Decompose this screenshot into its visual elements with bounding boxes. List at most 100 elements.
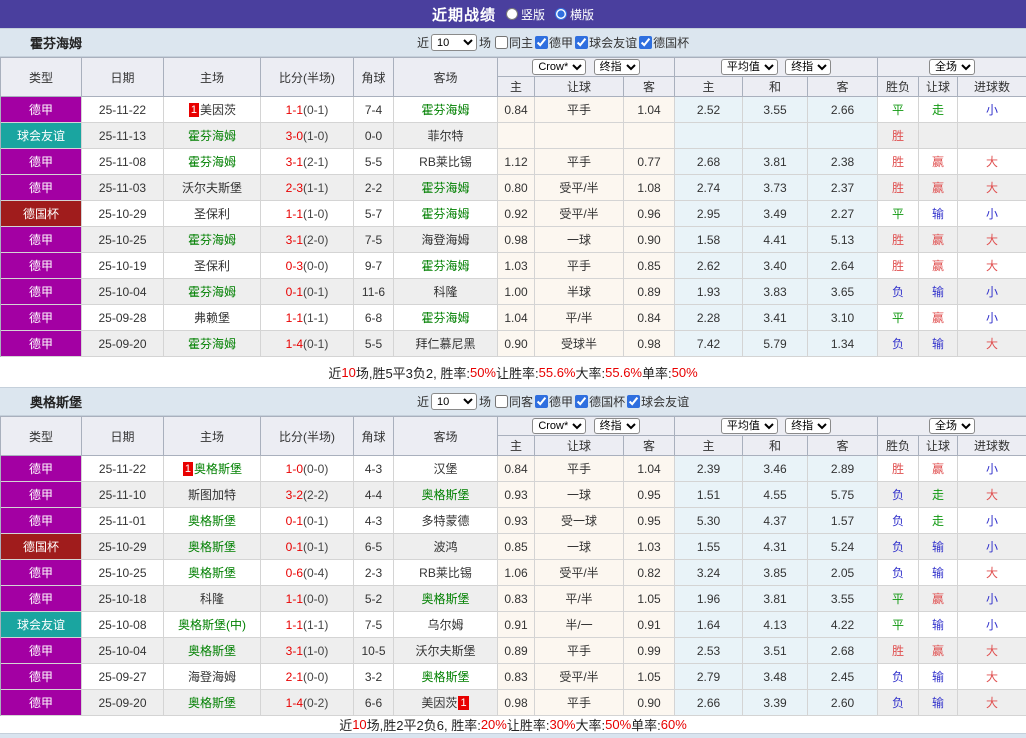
summary-segment: 单率: <box>631 718 661 733</box>
avg-stage-select[interactable]: 终指 <box>785 59 832 75</box>
match-count-select[interactable]: 10 <box>431 393 478 410</box>
filters-bar: 近 10 场 同客 德甲 德国杯 球会友谊 <box>415 388 693 415</box>
filter-checkbox-input[interactable] <box>575 36 589 49</box>
match-date-cell: 25-10-08 <box>82 612 164 638</box>
filter-prefix-label: 近 <box>417 395 430 409</box>
col-header-odds-handicap: 让球 <box>535 77 624 97</box>
score-fulltime: 1-1 <box>285 591 303 606</box>
avg-odds-cell: 3.85 <box>743 560 809 586</box>
match-type-cell: 球会友谊 <box>1 123 82 149</box>
layout-radio-horizontal-input[interactable] <box>555 8 567 20</box>
summary-segment: 近 <box>328 365 342 381</box>
layout-radio-vertical[interactable]: 竖版 <box>505 6 545 23</box>
result-cell: 小 <box>958 508 1026 534</box>
filter-checkbox[interactable]: 同主 <box>495 34 533 51</box>
odds-company-select[interactable]: Crow* <box>532 59 587 75</box>
filter-checkbox-input[interactable] <box>535 395 549 408</box>
home-team-cell: 斯图加特 <box>164 482 261 508</box>
avg-odds-cell: 4.31 <box>743 534 809 560</box>
team-name: 斯图加特 <box>187 488 236 502</box>
summary-segment: 大率: <box>575 718 606 733</box>
filters-bar: 近 10 场 同主 德甲 球会友谊 德国杯 <box>415 29 693 56</box>
odds-cell: 平/半 <box>535 586 624 612</box>
match-type-cell: 德甲 <box>1 97 82 123</box>
filter-checkbox[interactable]: 同客 <box>495 393 533 410</box>
avg-odds-cell <box>743 123 809 149</box>
scope-select[interactable]: 全场 <box>929 418 976 434</box>
odds-cell: 0.98 <box>624 331 676 357</box>
odds-stage-select[interactable]: 终指 <box>593 59 640 75</box>
avg-odds-cell: 1.58 <box>675 227 744 253</box>
col-header-odds-away: 客 <box>624 77 676 97</box>
match-count-select[interactable]: 10 <box>431 34 478 51</box>
corners-cell: 2-3 <box>354 560 394 586</box>
filter-checkbox-input[interactable] <box>639 36 653 49</box>
filter-checkbox-input[interactable] <box>535 36 549 49</box>
odds-cell: 0.98 <box>498 690 535 716</box>
scope-select[interactable]: 全场 <box>929 59 976 75</box>
col-header-avg-home: 主 <box>675 436 744 456</box>
team-name: RB莱比锡 <box>419 566 472 580</box>
odds-cell: 受平/半 <box>535 560 624 586</box>
result-value: 小 <box>986 103 999 117</box>
result-cell: 负 <box>878 508 920 534</box>
layout-radio-vertical-input[interactable] <box>505 8 518 20</box>
home-team-cell: 奥格斯堡 <box>164 508 261 534</box>
avg-odds-cell: 1.34 <box>808 331 879 357</box>
team-name: 美因茨 <box>200 103 237 117</box>
avg-odds-cell: 2.95 <box>675 201 744 227</box>
avg-odds-cell: 2.66 <box>808 97 879 123</box>
col-header-avg-draw: 和 <box>743 436 809 456</box>
avg-stage-select[interactable]: 终指 <box>785 418 832 434</box>
avg-header-group: 平均值 终指 <box>675 417 879 436</box>
team-name: 奥格斯堡 <box>187 540 236 554</box>
score-cell: 1-4(0-1) <box>261 331 354 357</box>
col-header-odds-away: 客 <box>624 436 676 456</box>
score-fulltime: 3-1 <box>285 232 303 247</box>
score-halftime: (1-1) <box>303 617 329 632</box>
match-date-cell: 25-09-20 <box>82 331 164 357</box>
odds-stage-select[interactable]: 终指 <box>593 418 640 434</box>
result-cell: 大 <box>958 149 1026 175</box>
result-cell: 小 <box>958 534 1026 560</box>
col-header-avg-home: 主 <box>675 77 744 97</box>
away-team-cell: 霍芬海姆 <box>394 305 498 331</box>
filter-checkbox[interactable]: 德甲 <box>535 34 573 51</box>
filter-checkbox-input[interactable] <box>495 36 509 49</box>
filter-checkbox-label: 德国杯 <box>653 36 690 50</box>
result-value: 胜 <box>892 644 905 658</box>
score-fulltime: 3-2 <box>285 487 303 502</box>
avg-odds-cell: 5.75 <box>808 482 879 508</box>
away-team-cell: 科隆 <box>394 279 498 305</box>
summary-segment: 让胜率: <box>496 365 539 381</box>
filter-checkbox[interactable]: 德国杯 <box>575 393 625 410</box>
result-cell: 大 <box>958 175 1026 201</box>
summary-segment: 场,胜5平3负2, 胜率: <box>355 365 470 381</box>
avg-odds-cell: 2.68 <box>808 638 879 664</box>
filter-checkbox-input[interactable] <box>575 395 589 408</box>
filter-checkbox-input[interactable] <box>627 395 641 408</box>
layout-radio-horizontal[interactable]: 横版 <box>555 6 594 23</box>
summary-segment: 30% <box>549 717 576 732</box>
score-cell: 1-1(0-1) <box>261 97 354 123</box>
odds-company-select[interactable]: Crow* <box>532 418 587 434</box>
filter-checkbox[interactable]: 德甲 <box>535 393 573 410</box>
score-cell: 0-3(0-0) <box>261 253 354 279</box>
result-value: 输 <box>932 540 945 554</box>
result-value: 赢 <box>932 259 945 273</box>
avg-type-select[interactable]: 平均值 <box>720 59 778 75</box>
team-name: 霍芬海姆 <box>187 129 236 143</box>
filter-checkbox[interactable]: 德国杯 <box>639 34 689 51</box>
filter-checkbox[interactable]: 球会友谊 <box>575 34 637 51</box>
col-header-goals-result: 进球数 <box>958 436 1026 456</box>
match-row: 德甲 25-10-18 科隆 1-1(0-0) 5-2 奥格斯堡 0.83 平/半 1.05 1.… <box>1 586 1026 612</box>
avg-odds-cell: 3.49 <box>743 201 809 227</box>
result-cell: 输 <box>919 664 959 690</box>
filter-checkbox-input[interactable] <box>495 395 509 408</box>
avg-type-select[interactable]: 平均值 <box>720 418 778 434</box>
filter-checkbox[interactable]: 球会友谊 <box>627 393 689 410</box>
avg-header-group: 平均值 终指 <box>675 58 879 77</box>
result-value: 小 <box>986 462 999 476</box>
away-team-cell: 霍芬海姆 <box>394 253 498 279</box>
team-name: 霍芬海姆 <box>187 337 236 351</box>
